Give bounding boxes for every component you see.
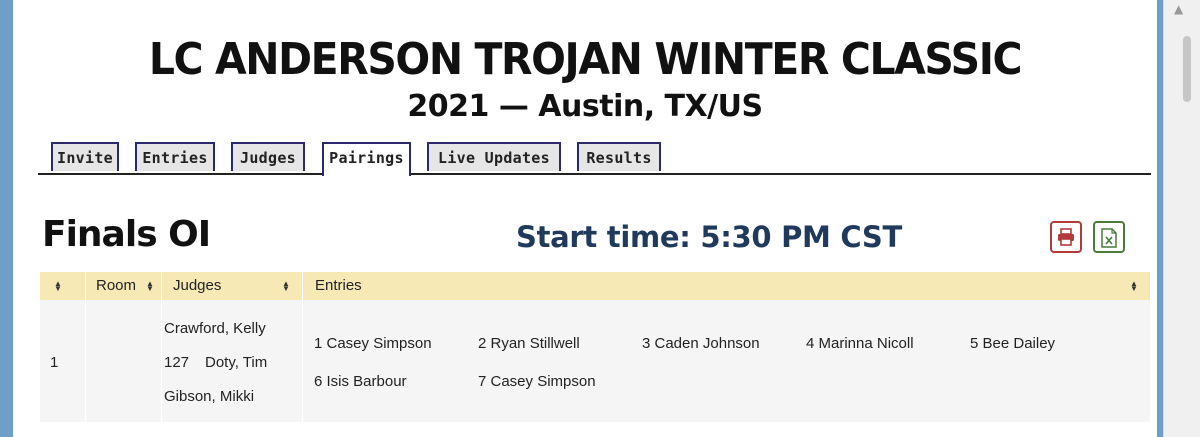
tab-results[interactable]: Results [577, 142, 661, 171]
sort-icon[interactable]: ▲ ▼ [282, 280, 290, 293]
column-judges[interactable]: Judges [173, 272, 221, 300]
scroll-up-icon[interactable]: ▲ [1174, 2, 1183, 16]
tab-entries[interactable]: Entries [135, 142, 215, 171]
tabs-divider [38, 173, 1151, 175]
judge-name[interactable]: Crawford, Kelly [164, 320, 266, 337]
judge-number: 127 [164, 354, 190, 371]
table-row: 1 Crawford, Kelly 127 Doty, Tim Gibson, … [40, 300, 1150, 422]
sort-icon[interactable]: ▲ ▼ [146, 280, 154, 293]
tab-invite[interactable]: Invite [51, 142, 119, 171]
column-room[interactable]: Room [96, 272, 136, 300]
table-header: ▲ ▼ Room ▲ ▼ Judges ▲ ▼ Entries ▲ ▼ [40, 272, 1150, 300]
entry-item[interactable]: 4 Marinna Nicoll [806, 335, 914, 352]
entry-item[interactable]: 1 Casey Simpson [314, 335, 432, 352]
excel-icon [1101, 228, 1117, 248]
print-button[interactable] [1050, 221, 1082, 253]
entry-item[interactable]: 7 Casey Simpson [478, 373, 596, 390]
scrollbar[interactable]: ▲ [1163, 0, 1200, 437]
judge-name[interactable]: Gibson, Mikki [164, 388, 254, 405]
sort-icon[interactable]: ▲ ▼ [54, 280, 62, 293]
tab-pairings[interactable]: Pairings [322, 142, 411, 176]
scroll-thumb[interactable] [1183, 36, 1191, 102]
entry-item[interactable]: 6 Isis Barbour [314, 373, 407, 390]
section-number: 1 [50, 354, 59, 371]
page-title: LC ANDERSON TROJAN WINTER CLASSIC [148, 34, 1023, 85]
page: LC ANDERSON TROJAN WINTER CLASSIC 2021 —… [13, 0, 1157, 437]
entry-item[interactable]: 2 Ryan Stillwell [478, 335, 580, 352]
page-subtitle: 2021 — Austin, TX/US [407, 89, 763, 124]
tab-live-updates[interactable]: Live Updates [427, 142, 561, 171]
sort-icon[interactable]: ▲ ▼ [1130, 280, 1138, 293]
entry-item[interactable]: 5 Bee Dailey [970, 335, 1055, 352]
start-time: Start time: 5:30 PM CST [516, 220, 902, 254]
column-entries[interactable]: Entries [315, 272, 362, 300]
round-title: Finals OI [42, 214, 211, 255]
entry-item[interactable]: 3 Caden Johnson [642, 335, 760, 352]
judge-name[interactable]: Doty, Tim [205, 354, 267, 371]
tab-judges[interactable]: Judges [231, 142, 305, 171]
printer-icon [1058, 228, 1074, 246]
export-excel-button[interactable] [1093, 221, 1125, 253]
